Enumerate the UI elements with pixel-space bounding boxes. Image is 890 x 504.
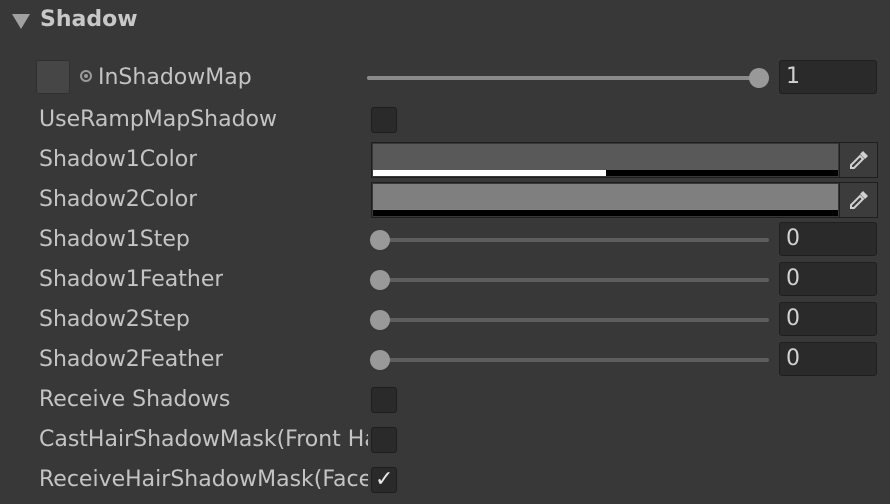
shadow2-feather-row: Shadow2Feather 0: [0, 340, 890, 380]
shadow1-feather-slider-thumb[interactable]: [370, 270, 390, 290]
cast-hair-shadow-mask-checkbox[interactable]: [371, 427, 397, 453]
shadow1-feather-slider-track[interactable]: [371, 278, 769, 282]
shadow2-color-field[interactable]: [371, 182, 840, 218]
receive-hair-shadow-mask-label: ReceiveHairShadowMask(Face): [39, 467, 368, 492]
object-picker-icon[interactable]: [80, 70, 92, 82]
in-shadow-map-label: InShadowMap: [98, 65, 252, 90]
shadow1-step-value-field[interactable]: 0: [779, 222, 877, 256]
shadow2-feather-slider-thumb[interactable]: [370, 350, 390, 370]
shadow1-feather-label: Shadow1Feather: [39, 267, 224, 292]
receive-shadows-checkbox[interactable]: [371, 387, 397, 413]
shadow1-step-row: Shadow1Step 0: [0, 220, 890, 260]
receive-shadows-row: Receive Shadows: [0, 380, 890, 420]
in-shadow-map-row: InShadowMap 1: [0, 58, 890, 98]
color-swatch: [373, 144, 838, 170]
use-ramp-map-shadow-checkbox[interactable]: [371, 107, 397, 133]
in-shadow-map-slider-thumb[interactable]: [749, 68, 769, 88]
alpha-bar: [373, 210, 838, 216]
receive-hair-shadow-mask-checkbox[interactable]: ✓: [371, 467, 397, 493]
shadow1-color-row: Shadow1Color: [0, 140, 890, 180]
eyedropper-icon: [850, 151, 868, 169]
shadow1-color-label: Shadow1Color: [39, 147, 198, 172]
eyedropper-icon: [850, 191, 868, 209]
color-swatch: [373, 184, 838, 210]
shadow2-color-label: Shadow2Color: [39, 187, 198, 212]
slider-fill: [367, 76, 759, 80]
receive-shadows-label: Receive Shadows: [39, 387, 231, 412]
checkmark-icon: ✓: [375, 467, 394, 492]
shadow1-step-slider-thumb[interactable]: [370, 230, 390, 250]
shadow2-feather-slider-track[interactable]: [371, 358, 769, 362]
shadow2-step-row: Shadow2Step 0: [0, 300, 890, 340]
use-ramp-map-shadow-row: UseRampMapShadow: [0, 100, 890, 140]
shadow2-step-value-field[interactable]: 0: [779, 302, 877, 336]
use-ramp-map-shadow-label: UseRampMapShadow: [39, 107, 278, 132]
cast-hair-shadow-mask-label: CastHairShadowMask(Front Hair): [39, 427, 368, 452]
shadow2-eyedropper-button[interactable]: [840, 182, 878, 218]
shadow1-step-slider-track[interactable]: [371, 238, 769, 242]
alpha-fill: [373, 170, 606, 176]
shadow-foldout-header[interactable]: Shadow: [0, 0, 890, 44]
alpha-bar: [373, 170, 838, 176]
in-shadow-map-slider-track[interactable]: [367, 76, 759, 80]
shadow1-eyedropper-button[interactable]: [840, 142, 878, 178]
section-title: Shadow: [40, 7, 138, 32]
inspector-panel: Shadow InShadowMap 1 UseRampMapShadow Sh…: [0, 0, 890, 504]
shadow1-feather-row: Shadow1Feather 0: [0, 260, 890, 300]
shadow2-step-slider-track[interactable]: [371, 318, 769, 322]
shadow1-step-label: Shadow1Step: [39, 227, 190, 252]
shadow2-step-slider-thumb[interactable]: [370, 310, 390, 330]
shadow2-color-row: Shadow2Color: [0, 180, 890, 220]
triangle-down-icon[interactable]: [12, 14, 30, 29]
receive-hair-shadow-mask-row: ReceiveHairShadowMask(Face) ✓: [0, 460, 890, 500]
shadow1-color-field[interactable]: [371, 142, 840, 178]
shadow1-feather-value-field[interactable]: 0: [779, 262, 877, 296]
shadow2-step-label: Shadow2Step: [39, 307, 190, 332]
cast-hair-shadow-mask-row: CastHairShadowMask(Front Hair): [0, 420, 890, 460]
shadow2-feather-label: Shadow2Feather: [39, 347, 224, 372]
texture-slot[interactable]: [36, 60, 70, 94]
shadow2-feather-value-field[interactable]: 0: [779, 342, 877, 376]
in-shadow-map-value-field[interactable]: 1: [779, 60, 877, 94]
